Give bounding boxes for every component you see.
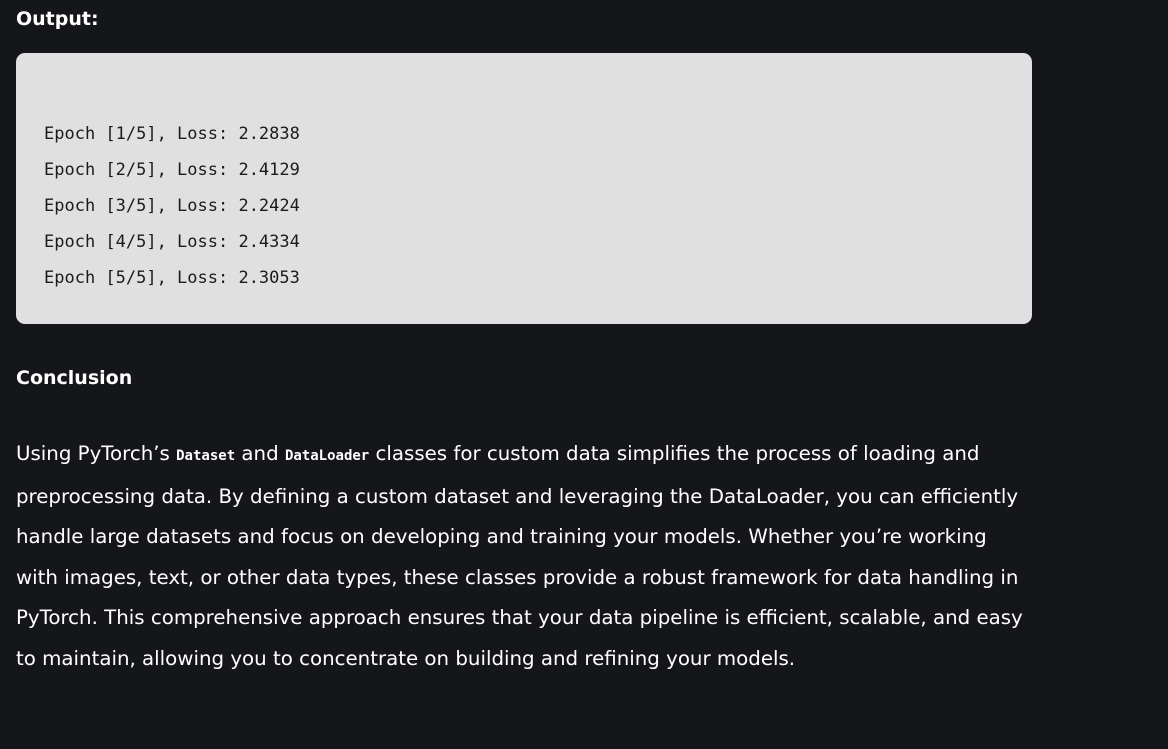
code-output-text: Epoch [1/5], Loss: 2.2838 Epoch [2/5], Lo… — [44, 116, 1032, 296]
conclusion-paragraph: Using PyTorch’s Dataset and DataLoader c… — [16, 434, 1031, 679]
paragraph-text: and — [235, 442, 285, 465]
output-label: Output: — [16, 8, 99, 30]
paragraph-text: Using PyTorch’s — [16, 442, 177, 465]
inline-code-dataloader: DataLoader — [284, 448, 370, 464]
inline-code-dataset: Dataset — [176, 448, 236, 464]
code-line: Epoch [1/5], Loss: 2.2838 — [44, 124, 300, 144]
conclusion-heading: Conclusion — [16, 367, 133, 389]
code-line: Epoch [4/5], Loss: 2.4334 — [44, 232, 300, 252]
paragraph-text: classes for custom data simplifies the p… — [16, 442, 1023, 670]
code-line: Epoch [3/5], Loss: 2.2424 — [44, 196, 300, 216]
code-output-block: Epoch [1/5], Loss: 2.2838 Epoch [2/5], Lo… — [16, 53, 1032, 324]
code-line: Epoch [2/5], Loss: 2.4129 — [44, 160, 300, 180]
code-line: Epoch [5/5], Loss: 2.3053 — [44, 268, 300, 288]
